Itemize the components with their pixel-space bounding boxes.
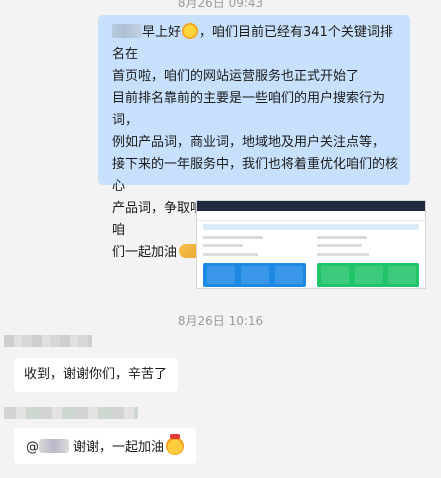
- message-line-1: 早上好 ，咱们目前已经有341个关键词排名在: [112, 22, 400, 66]
- attachment-text-line: [317, 244, 362, 247]
- attachment-text-line: [317, 236, 367, 239]
- attachment-text-line: [203, 244, 243, 247]
- stat-segment: [241, 266, 269, 284]
- blurred-recipient-name: [112, 24, 142, 38]
- message-line-5: 接下来的一年服务中，我们也将着重优化咱们的核心: [112, 157, 399, 194]
- mention-prefix: @: [26, 440, 39, 455]
- stat-segment: [321, 266, 349, 284]
- stat-segment: [388, 266, 416, 284]
- attachment-stat-card-green: [317, 263, 419, 287]
- stat-segment: [355, 266, 383, 284]
- attachment-text-line: [317, 253, 369, 256]
- attachment-titlebar: [197, 211, 425, 221]
- stat-segment: [207, 266, 235, 284]
- incoming-message-bubble[interactable]: 收到，谢谢你们，辛苦了: [14, 358, 178, 392]
- blurred-mention-name: [39, 439, 69, 453]
- blurred-sender-name: [4, 335, 92, 347]
- incoming-message-bubble[interactable]: @ 谢谢，一起加油: [14, 428, 196, 464]
- outgoing-message-bubble[interactable]: 早上好 ，咱们目前已经有341个关键词排名在 首页啦，咱们的网站运营服务也正式开始…: [98, 15, 410, 260]
- message-line-2: 首页啦，咱们的网站运营服务也正式开始了: [112, 69, 360, 84]
- timestamp-middle: 8月26日 10:16: [177, 314, 264, 328]
- message-text: 收到，谢谢你们，辛苦了: [24, 367, 168, 382]
- greeting-text: 早上好: [142, 25, 182, 40]
- message-text: 们一起加油: [112, 245, 178, 260]
- message-line-4: 例如产品词，商业词，地域地及用户关注点等，: [112, 135, 386, 150]
- attachment-text-line: [203, 253, 258, 256]
- attachment-notice-strip: [203, 224, 419, 230]
- blurred-sender-name: [4, 407, 138, 419]
- message-text: 谢谢，一起加油: [73, 440, 165, 455]
- sun-emoji-icon: [182, 23, 199, 39]
- cheer-emoji-icon: [166, 434, 185, 455]
- stat-segment: [275, 266, 303, 284]
- attachment-topbar: [197, 201, 425, 211]
- attachment-text-line: [203, 236, 263, 239]
- screenshot-image-attachment[interactable]: [196, 200, 426, 289]
- attachment-stat-card-blue: [203, 263, 306, 287]
- message-line-3: 目前排名靠前的主要是一些咱们的用户搜索行为词，: [112, 91, 386, 128]
- timestamp-top: 8月26日 09:43: [177, 0, 264, 10]
